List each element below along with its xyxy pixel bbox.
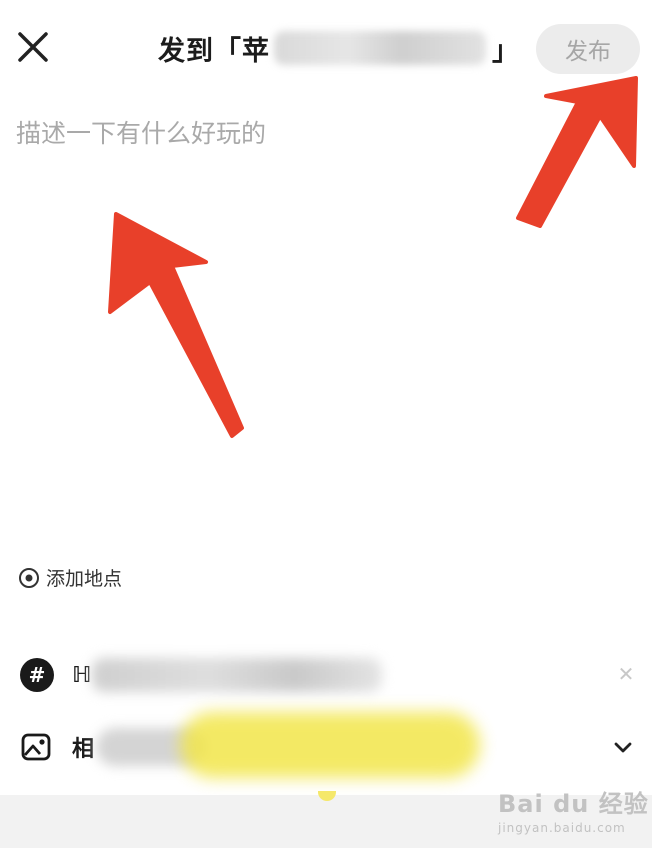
bar-notch: [318, 791, 336, 801]
title-suffix: 」: [492, 35, 519, 67]
title-prefix: 发到「苹: [158, 35, 270, 67]
location-pin-icon: [19, 567, 39, 588]
album-label: 相: [72, 737, 95, 762]
chevron-down-icon[interactable]: [610, 734, 636, 760]
add-location-label: 添加地点: [46, 568, 123, 590]
topic-label: ℍ: [72, 662, 92, 688]
watermark-url: jingyan.baidu.com: [498, 821, 626, 835]
header: 发到「苹 」 发布: [0, 0, 652, 100]
topic-row[interactable]: # ℍ ✕: [20, 650, 640, 700]
add-location-button[interactable]: 添加地点: [18, 564, 122, 591]
topic-redacted: [92, 658, 382, 692]
page-title: 发到「苹 」: [158, 26, 519, 70]
description-input[interactable]: [16, 114, 616, 534]
watermark-brand: Bai du 经验: [498, 790, 649, 818]
watermark: Bai du 经验 jingyan.baidu.com: [498, 784, 649, 835]
hash-icon: #: [20, 658, 54, 692]
close-icon[interactable]: [12, 26, 54, 68]
album-row[interactable]: 相: [20, 712, 640, 778]
title-redacted: [274, 31, 486, 65]
topic-remove-icon[interactable]: ✕: [612, 660, 640, 688]
album-icon: [21, 733, 51, 761]
album-highlight: [180, 712, 480, 778]
publish-button[interactable]: 发布: [536, 24, 640, 74]
